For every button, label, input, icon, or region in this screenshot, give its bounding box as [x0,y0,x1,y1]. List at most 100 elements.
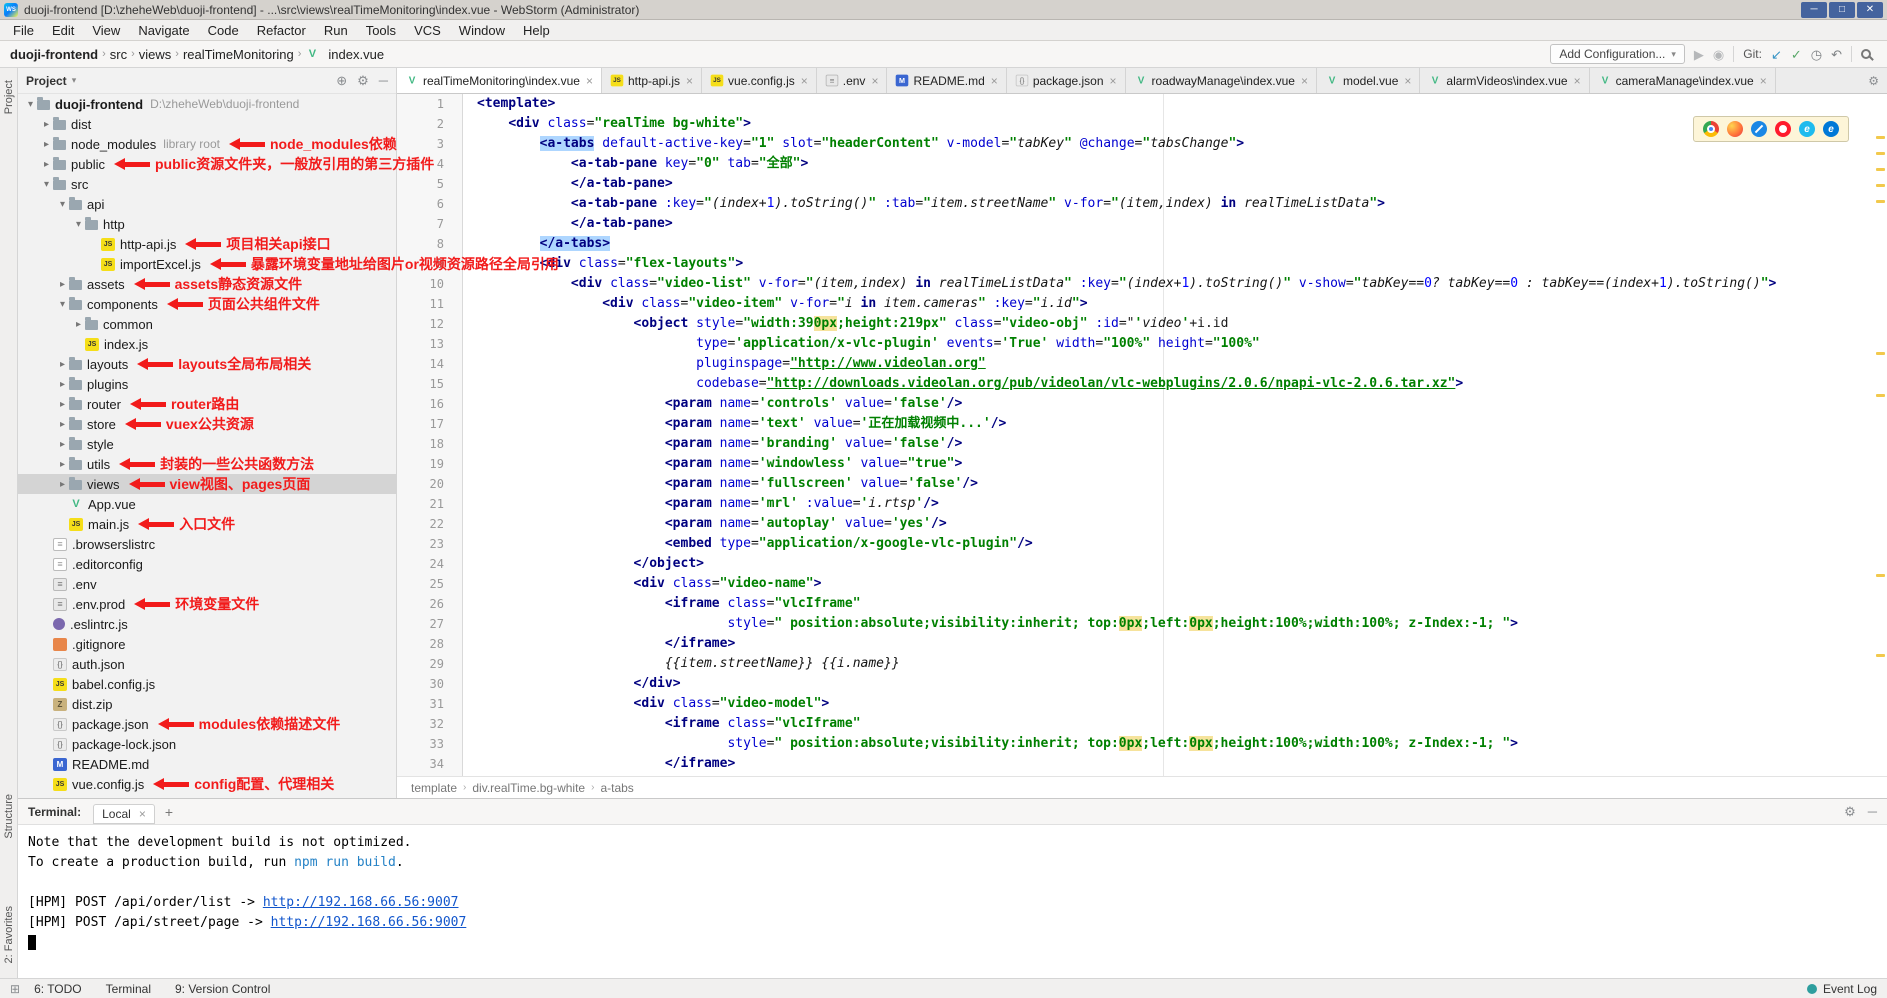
tree-item-README.md[interactable]: README.md [18,754,397,774]
tree-item-index.js[interactable]: index.js [18,334,397,354]
tree-item-.gitignore[interactable]: .gitignore [18,634,397,654]
tool-tab-structure[interactable]: Structure [3,794,15,839]
event-log-button[interactable]: Event Log [1823,982,1877,996]
status-6-todo[interactable]: 6: TODO [34,982,82,996]
close-icon[interactable]: × [1301,74,1308,88]
tree-item-http-api.js[interactable]: http-api.js项目相关api接口 [18,234,397,254]
maximize-button[interactable]: □ [1829,2,1855,18]
opera-browser-icon[interactable] [1775,121,1791,137]
tree-item-dist[interactable]: ▸dist [18,114,397,134]
editor-tab-.env[interactable]: .env× [817,68,888,93]
editor-tab-package.json[interactable]: package.json× [1007,68,1126,93]
menu-run[interactable]: Run [315,20,357,41]
close-icon[interactable]: × [1574,74,1581,88]
chevron-down-icon[interactable]: ▾ [40,179,53,190]
tree-item-package.json[interactable]: package.jsonmodules依赖描述文件 [18,714,397,734]
editor-tab-alarmVideos-index.vue[interactable]: alarmVideos\index.vue× [1420,68,1589,93]
debug-button[interactable]: ◉ [1713,48,1724,61]
menu-refactor[interactable]: Refactor [248,20,315,41]
chevron-right-icon[interactable]: ▸ [56,439,69,450]
close-icon[interactable]: × [1404,74,1411,88]
tree-item-.env[interactable]: .env [18,574,397,594]
menu-window[interactable]: Window [450,20,514,41]
safari-browser-icon[interactable] [1751,121,1767,137]
editor-body[interactable]: 1234567891011121314151617181920212223242… [397,94,1887,776]
tree-item-components[interactable]: ▾components页面公共组件文件 [18,294,397,314]
tree-item-assets[interactable]: ▸assetsassets静态资源文件 [18,274,397,294]
statusbar-grid-icon[interactable]: ⊞ [10,982,20,996]
breadcrumb-item-views[interactable]: views [139,47,172,62]
git-commit-icon[interactable]: ✓ [1791,48,1802,61]
tree-item-.editorconfig[interactable]: .editorconfig [18,554,397,574]
breadcrumb-item-duoji-frontend[interactable]: duoji-frontend [10,47,98,62]
tree-item-node_modules[interactable]: ▸node_moduleslibrary rootnode_modules依赖 [18,134,397,154]
breadcrumb-item-realTimeMonitoring[interactable]: realTimeMonitoring [183,47,294,62]
tree-item-utils[interactable]: ▸utils封装的一些公共函数方法 [18,454,397,474]
tree-item-common[interactable]: ▸common [18,314,397,334]
editor-breadcrumb-item[interactable]: div.realTime.bg-white [472,781,585,795]
tool-tab-favorites[interactable]: 2: Favorites [3,906,15,963]
menu-edit[interactable]: Edit [43,20,83,41]
project-panel-title[interactable]: Project [26,74,67,88]
editor-breadcrumb-item[interactable]: template [411,781,457,795]
close-icon[interactable]: × [801,74,808,88]
breadcrumb-item-index.vue[interactable]: index.vue [305,47,384,62]
editor-tab-vue.config.js[interactable]: vue.config.js× [702,68,817,93]
terminal-tab-local[interactable]: Local × [93,804,155,824]
locate-file-icon[interactable]: ⊕ [336,73,347,89]
tree-item-package-lock.json[interactable]: package-lock.json [18,734,397,754]
menu-navigate[interactable]: Navigate [129,20,198,41]
tree-item-auth.json[interactable]: auth.json [18,654,397,674]
status-terminal[interactable]: Terminal [106,982,151,996]
tree-item-style[interactable]: ▸style [18,434,397,454]
menu-help[interactable]: Help [514,20,559,41]
close-icon[interactable]: × [991,74,998,88]
chevron-down-icon[interactable]: ▾ [56,199,69,210]
editor-tab-README.md[interactable]: README.md× [887,68,1006,93]
edge-browser-icon[interactable]: e [1823,121,1839,137]
menu-view[interactable]: View [83,20,129,41]
tree-item-http[interactable]: ▾http [18,214,397,234]
chevron-right-icon[interactable]: ▸ [56,359,69,370]
terminal-settings-gear-icon[interactable]: ⚙ [1844,804,1856,820]
chevron-right-icon[interactable]: ▸ [56,459,69,470]
terminal-minimize-icon[interactable]: ─ [1868,804,1877,820]
editor-tab-model.vue[interactable]: model.vue× [1317,68,1420,93]
tree-item-views[interactable]: ▸viewsview视图、pages页面 [18,474,397,494]
tree-item-App.vue[interactable]: App.vue [18,494,397,514]
chevron-right-icon[interactable]: ▸ [56,279,69,290]
close-icon[interactable]: × [1110,74,1117,88]
tree-item-api[interactable]: ▾api [18,194,397,214]
history-icon[interactable]: ◷ [1811,48,1822,61]
search-icon[interactable] [1861,49,1871,59]
chevron-right-icon[interactable]: ▸ [40,139,53,150]
chevron-down-icon[interactable]: ▾ [56,299,69,310]
editor-breadcrumb-item[interactable]: a-tabs [600,781,633,795]
close-icon[interactable]: × [586,74,593,88]
chevron-down-icon[interactable]: ▾ [72,219,85,230]
tree-item-importExcel.js[interactable]: importExcel.js暴露环境变量地址给图片or视频资源路径全局引用 [18,254,397,274]
editor-tab-realTimeMonitoring-index.vue[interactable]: realTimeMonitoring\index.vue× [397,68,602,93]
status-9-version-control[interactable]: 9: Version Control [175,982,270,996]
tree-item-store[interactable]: ▸storevuex公共资源 [18,414,397,434]
tree-item-vue.config.js[interactable]: vue.config.jsconfig配置、代理相关 [18,774,397,794]
terminal-output[interactable]: Note that the development build is not o… [18,825,1887,953]
chevron-right-icon[interactable]: ▸ [56,399,69,410]
menu-file[interactable]: File [4,20,43,41]
add-configuration-button[interactable]: Add Configuration... ▾ [1550,44,1685,64]
code-lines[interactable]: <template> <div class="realTime bg-white… [477,94,1887,774]
chevron-right-icon[interactable]: ▸ [56,479,69,490]
chevron-right-icon[interactable]: ▸ [40,119,53,130]
close-icon[interactable]: × [1760,74,1767,88]
revert-icon[interactable]: ↶ [1831,48,1842,61]
hide-panel-icon[interactable]: ─ [379,73,388,89]
tree-item-main.js[interactable]: main.js入口文件 [18,514,397,534]
minimize-button[interactable]: ─ [1801,2,1827,18]
tree-item-babel.config.js[interactable]: babel.config.js [18,674,397,694]
chevron-right-icon[interactable]: ▸ [56,379,69,390]
inspections-gear-icon[interactable]: ⚙ [1868,74,1879,88]
chevron-right-icon[interactable]: ▸ [56,419,69,430]
menu-tools[interactable]: Tools [357,20,405,41]
tree-item-duoji-frontend[interactable]: ▾duoji-frontendD:\zheheWeb\duoji-fronten… [18,94,397,114]
close-icon[interactable]: × [871,74,878,88]
